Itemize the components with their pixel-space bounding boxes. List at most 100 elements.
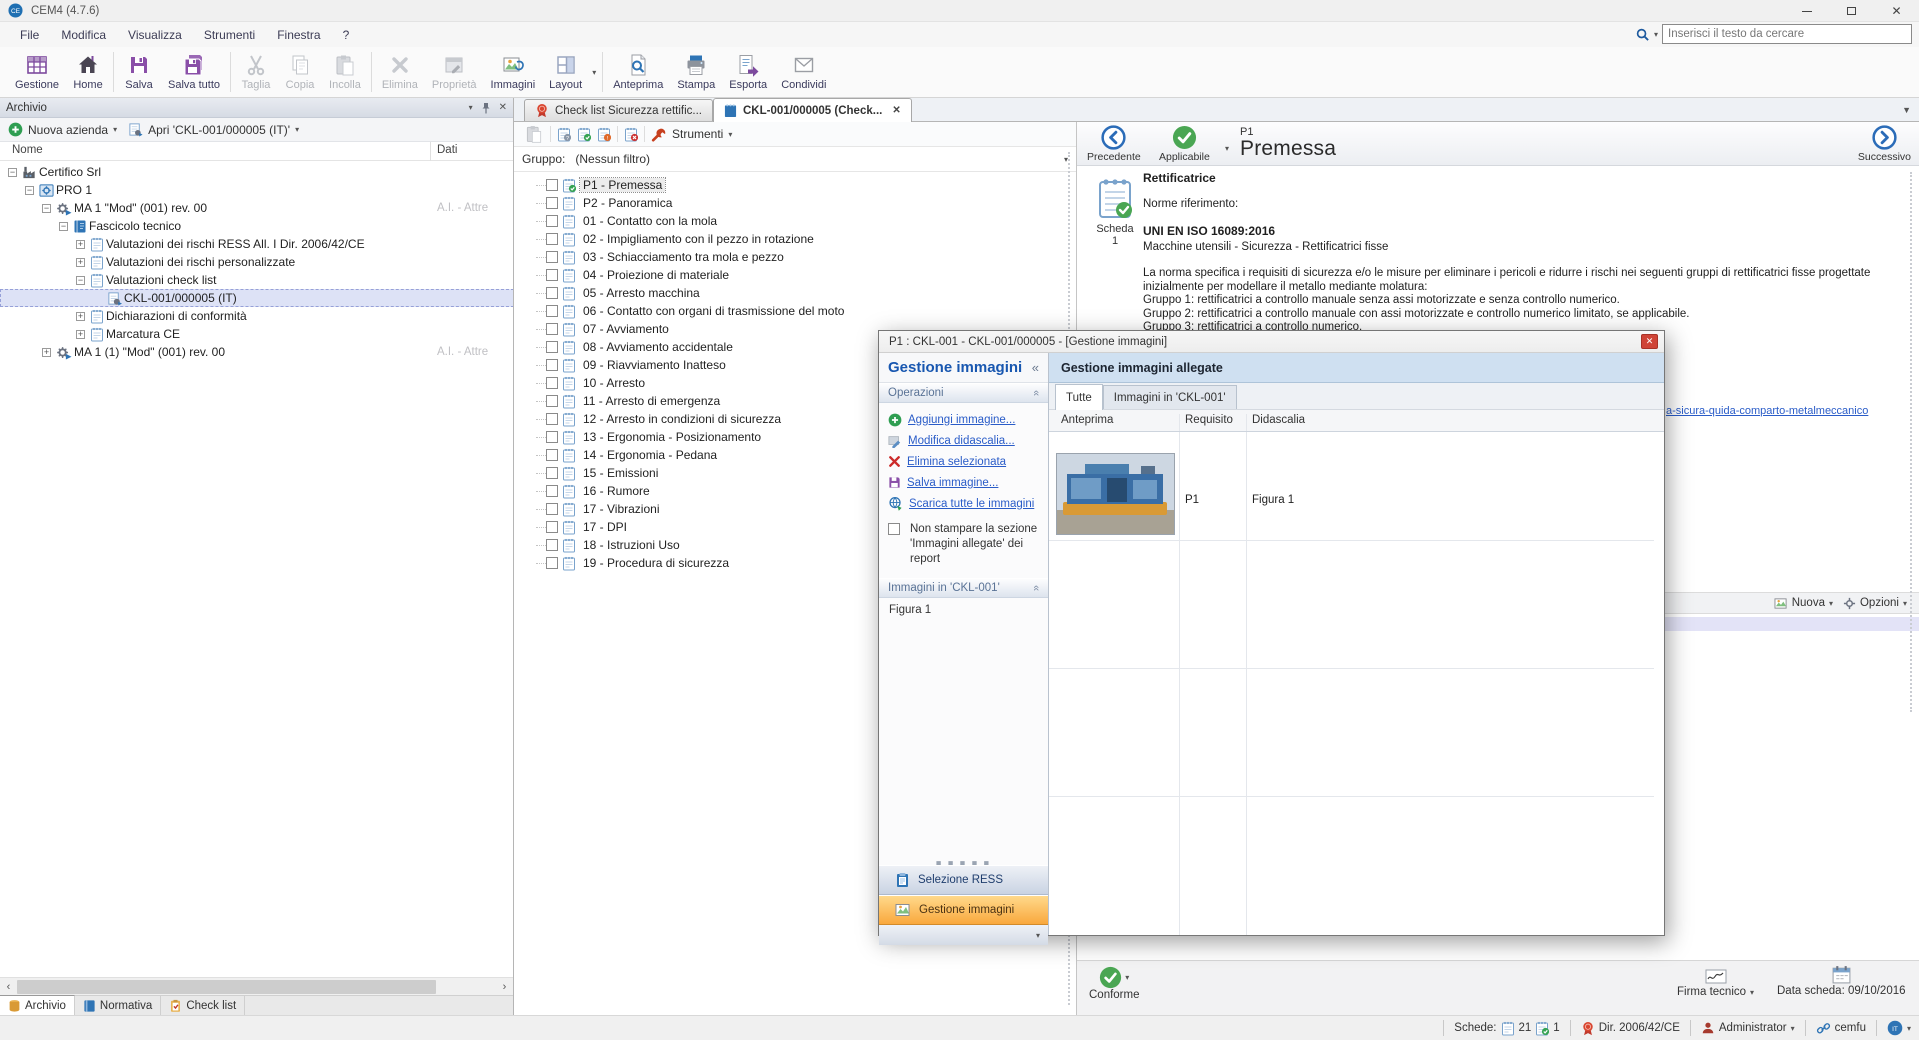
tree-item[interactable]: CKL-001/000005 (IT) xyxy=(0,289,513,307)
tree-toggle-icon[interactable]: + xyxy=(76,258,85,267)
tab-immagini-ckl[interactable]: Immagini in 'CKL-001' xyxy=(1103,385,1237,409)
sheet-question-icon[interactable]: ? xyxy=(557,126,571,142)
panel-close-icon[interactable]: ✕ xyxy=(499,102,507,113)
item-checkbox[interactable] xyxy=(546,323,558,335)
operazioni-section-header[interactable]: Operazioni « xyxy=(879,383,1048,403)
pin-icon[interactable] xyxy=(481,102,491,114)
previous-button[interactable]: Precedente xyxy=(1087,125,1141,163)
item-checkbox[interactable] xyxy=(546,179,558,191)
checklist-item[interactable]: 03 - Schiacciamento tra mola e pezzo xyxy=(514,248,1076,266)
layout-dropdown-icon[interactable]: ▾ xyxy=(589,47,599,97)
state-dropdown-icon[interactable]: ▾ xyxy=(1225,144,1229,153)
menu-modifica[interactable]: Modifica xyxy=(51,25,116,45)
link-scarica-tutte-le-immagini[interactable]: Scarica tutte le immagini xyxy=(909,498,1034,510)
dock-tab-archivio[interactable]: Archivio xyxy=(0,995,75,1015)
tree-toggle-icon[interactable]: − xyxy=(25,186,34,195)
item-checkbox[interactable] xyxy=(546,557,558,569)
no-print-checkbox[interactable] xyxy=(888,523,900,535)
nav-overflow-strip[interactable]: ▾ xyxy=(879,925,1048,945)
applicable-button[interactable]: Applicabile xyxy=(1159,125,1210,163)
opzioni-dropdown-icon[interactable]: ▾ xyxy=(1903,599,1907,608)
salva-button[interactable]: Salva xyxy=(117,47,161,97)
strumenti-dropdown-icon[interactable]: ▾ xyxy=(728,130,732,139)
tab-ckl-001[interactable]: CKL-001/000005 (Check... ✕ xyxy=(713,98,912,122)
link-elimina-selezionata[interactable]: Elimina selezionata xyxy=(907,456,1006,468)
search-icon[interactable] xyxy=(1635,27,1650,42)
checklist-item[interactable]: P1 - Premessa xyxy=(514,176,1076,194)
open-checklist-button[interactable]: Apri 'CKL-001/000005 (IT)' xyxy=(148,123,290,137)
conforme-dropdown-icon[interactable]: ▾ xyxy=(1125,973,1129,982)
tree-toggle-icon[interactable]: + xyxy=(76,330,85,339)
esporta-button[interactable]: Esporta xyxy=(722,47,774,97)
nuova-dropdown-icon[interactable]: ▾ xyxy=(1829,599,1833,608)
menu-file[interactable]: File xyxy=(10,25,49,45)
item-checkbox[interactable] xyxy=(546,449,558,461)
item-checkbox[interactable] xyxy=(546,395,558,407)
anteprima-button[interactable]: Anteprima xyxy=(606,47,670,97)
item-checkbox[interactable] xyxy=(546,503,558,515)
close-button[interactable]: ✕ xyxy=(1874,0,1919,22)
item-checkbox[interactable] xyxy=(546,233,558,245)
home-button[interactable]: Home xyxy=(66,47,110,97)
item-checkbox[interactable] xyxy=(546,521,558,533)
new-company-button[interactable]: Nuova azienda xyxy=(28,123,108,137)
opzioni-button[interactable]: Opzioni ▾ xyxy=(1843,597,1907,610)
clipboard-icon[interactable] xyxy=(524,122,544,146)
scroll-right-icon[interactable]: › xyxy=(496,981,513,993)
item-checkbox[interactable] xyxy=(546,431,558,443)
image-thumbnail[interactable] xyxy=(1056,453,1175,535)
user-menu[interactable]: Administrator ▾ xyxy=(1701,1021,1795,1035)
checklist-item[interactable]: 05 - Arresto macchina xyxy=(514,284,1076,302)
checklist-item[interactable]: 04 - Proiezione di materiale xyxy=(514,266,1076,284)
hyperlink-fragment[interactable]: a-sicura-quida-comparto-metalmeccanico xyxy=(1666,405,1912,417)
link-aggiungi-immagine-[interactable]: Aggiungi immagine... xyxy=(908,414,1015,426)
minimize-button[interactable] xyxy=(1784,0,1829,22)
item-checkbox[interactable] xyxy=(546,341,558,353)
column-nome[interactable]: Nome xyxy=(12,144,43,156)
dock-tab-check-list[interactable]: Check list xyxy=(161,996,245,1015)
link-salva-immagine-[interactable]: Salva immagine... xyxy=(907,477,998,489)
strumenti-menu[interactable]: Strumenti▾ xyxy=(651,126,732,142)
images-section-header[interactable]: Immagini in 'CKL-001' « xyxy=(879,578,1048,598)
search-dropdown-icon[interactable]: ▾ xyxy=(1654,30,1658,39)
tree-item[interactable]: −Valutazioni check list xyxy=(0,271,513,289)
item-checkbox[interactable] xyxy=(546,413,558,425)
language-selector[interactable]: IT ▾ xyxy=(1887,1020,1911,1036)
stampa-button[interactable]: Stampa xyxy=(670,47,722,97)
maximize-button[interactable] xyxy=(1829,0,1874,22)
firma-tecnico-button[interactable]: Firma tecnico ▾ xyxy=(1677,968,1754,998)
menu-finestra[interactable]: Finestra xyxy=(267,25,330,45)
firma-dropdown-icon[interactable]: ▾ xyxy=(1750,988,1754,997)
selezione-ress-button[interactable]: Selezione RESS xyxy=(879,865,1048,895)
tab-checklist-norma[interactable]: Check list Sicurezza rettific... xyxy=(524,99,713,121)
condividi-button[interactable]: Condividi xyxy=(774,47,833,97)
collapse-icon[interactable]: « xyxy=(1032,360,1039,375)
tree-toggle-icon[interactable]: + xyxy=(42,348,51,357)
tree-toggle-icon[interactable]: − xyxy=(76,276,85,285)
column-anteprima[interactable]: Anteprima xyxy=(1061,414,1113,426)
dock-tab-normativa[interactable]: Normativa xyxy=(75,996,161,1015)
tree-toggle-icon[interactable]: − xyxy=(42,204,51,213)
immagini-button[interactable]: Immagini xyxy=(484,47,543,97)
checklist-item[interactable]: P2 - Panoramica xyxy=(514,194,1076,212)
item-checkbox[interactable] xyxy=(546,377,558,389)
column-didascalia[interactable]: Didascalia xyxy=(1252,414,1305,426)
tree-item[interactable]: +Valutazioni dei rischi personalizzate xyxy=(0,253,513,271)
tab-tutte[interactable]: Tutte xyxy=(1055,384,1103,410)
tree-item[interactable]: +MA 1 (1) "Mod" (001) rev. 00A.I. - Attr… xyxy=(0,343,513,361)
archive-hscrollbar[interactable]: ‹ › xyxy=(0,977,513,995)
sheet-remove-icon[interactable] xyxy=(624,126,638,142)
salva-tutto-button[interactable]: Salva tutto xyxy=(161,47,227,97)
dialog-title-bar[interactable]: P1 : CKL-001 - CKL-001/000005 - [Gestion… xyxy=(879,331,1664,353)
collapse-section-icon[interactable]: « xyxy=(1030,390,1042,396)
item-checkbox[interactable] xyxy=(546,215,558,227)
scrollbar-thumb[interactable] xyxy=(17,980,436,994)
group-filter-select[interactable]: (Nessun filtro) xyxy=(575,152,1064,166)
tree-toggle-icon[interactable]: − xyxy=(59,222,68,231)
language-dropdown-icon[interactable]: ▾ xyxy=(1907,1024,1911,1033)
tree-item[interactable]: −PRO 1 xyxy=(0,181,513,199)
menu-help[interactable]: ? xyxy=(333,25,360,45)
scroll-left-icon[interactable]: ‹ xyxy=(0,981,17,993)
tree-item[interactable]: +Marcatura CE xyxy=(0,325,513,343)
conforme-button[interactable]: ▾ Conforme xyxy=(1089,966,1140,1001)
